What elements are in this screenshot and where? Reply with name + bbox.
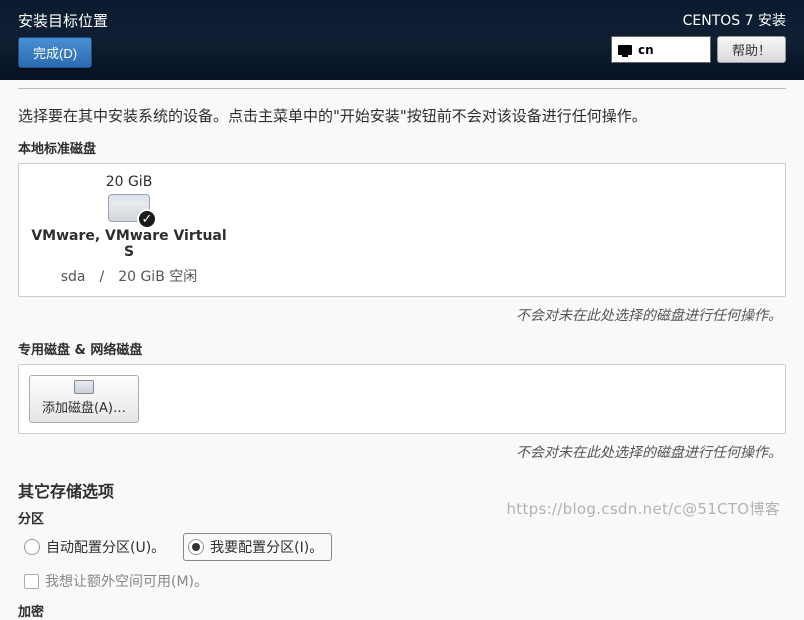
auto-partition-radio[interactable]: 自动配置分区(U)。 bbox=[24, 537, 165, 557]
specialized-disks-note: 不会对未在此处选择的磁盘进行任何操作。 bbox=[18, 438, 786, 472]
encryption-label: 加密 bbox=[18, 601, 786, 620]
extra-space-checkbox[interactable]: 我想让额外空间可用(M)。 bbox=[24, 571, 208, 591]
keyboard-layout-label: cn bbox=[638, 43, 654, 57]
check-badge-icon: ✓ bbox=[137, 209, 157, 229]
extra-space-label: 我想让额外空间可用(M)。 bbox=[45, 571, 208, 591]
topbar-left: 安装目标位置 完成(D) bbox=[18, 10, 108, 80]
disk-name: VMware, VMware Virtual S bbox=[29, 228, 229, 260]
local-disks-box: 20 GiB ✓ VMware, VMware Virtual S sda / … bbox=[18, 163, 786, 297]
product-subtitle: CENTOS 7 安装 bbox=[611, 10, 786, 30]
keyboard-layout-indicator[interactable]: cn bbox=[611, 36, 711, 63]
disk-item[interactable]: 20 GiB ✓ VMware, VMware Virtual S sda / … bbox=[29, 174, 229, 286]
local-disks-label: 本地标准磁盘 bbox=[18, 138, 786, 157]
storage-options-heading: 其它存储选项 bbox=[18, 478, 786, 502]
content-area: 选择要在其中安装系统的设备。点击主菜单中的"开始安装"按钮前不会对该设备进行任何… bbox=[0, 80, 804, 620]
topbar-right: CENTOS 7 安装 cn 帮助！ bbox=[611, 10, 786, 80]
manual-partition-label: 我要配置分区(I)。 bbox=[210, 537, 323, 557]
page-title: 安装目标位置 bbox=[18, 10, 108, 31]
specialized-disks-box: 添加磁盘(A)… bbox=[18, 364, 786, 434]
keyboard-icon bbox=[618, 45, 632, 55]
specialized-disks-label: 专用磁盘 & 网络磁盘 bbox=[18, 339, 786, 358]
local-disks-note: 不会对未在此处选择的磁盘进行任何操作。 bbox=[18, 301, 786, 335]
header-divider bbox=[18, 88, 786, 89]
info-text: 选择要在其中安装系统的设备。点击主菜单中的"开始安装"按钮前不会对该设备进行任何… bbox=[18, 99, 786, 134]
auto-partition-label: 自动配置分区(U)。 bbox=[46, 537, 165, 557]
radio-icon bbox=[24, 539, 40, 555]
hard-disk-icon: ✓ bbox=[108, 194, 150, 222]
radio-icon bbox=[188, 539, 204, 555]
done-button[interactable]: 完成(D) bbox=[18, 37, 92, 68]
add-disk-icon bbox=[74, 380, 94, 394]
manual-partition-radio[interactable]: 我要配置分区(I)。 bbox=[183, 533, 332, 561]
add-disk-label: 添加磁盘(A)… bbox=[42, 397, 126, 416]
add-disk-button[interactable]: 添加磁盘(A)… bbox=[29, 375, 139, 423]
top-bar: 安装目标位置 完成(D) CENTOS 7 安装 cn 帮助！ bbox=[0, 0, 804, 80]
partition-label: 分区 bbox=[18, 508, 786, 527]
checkbox-icon bbox=[24, 574, 39, 589]
disk-size: 20 GiB bbox=[29, 174, 229, 190]
help-button[interactable]: 帮助！ bbox=[717, 36, 786, 63]
disk-detail: sda / 20 GiB 空闲 bbox=[29, 266, 229, 286]
